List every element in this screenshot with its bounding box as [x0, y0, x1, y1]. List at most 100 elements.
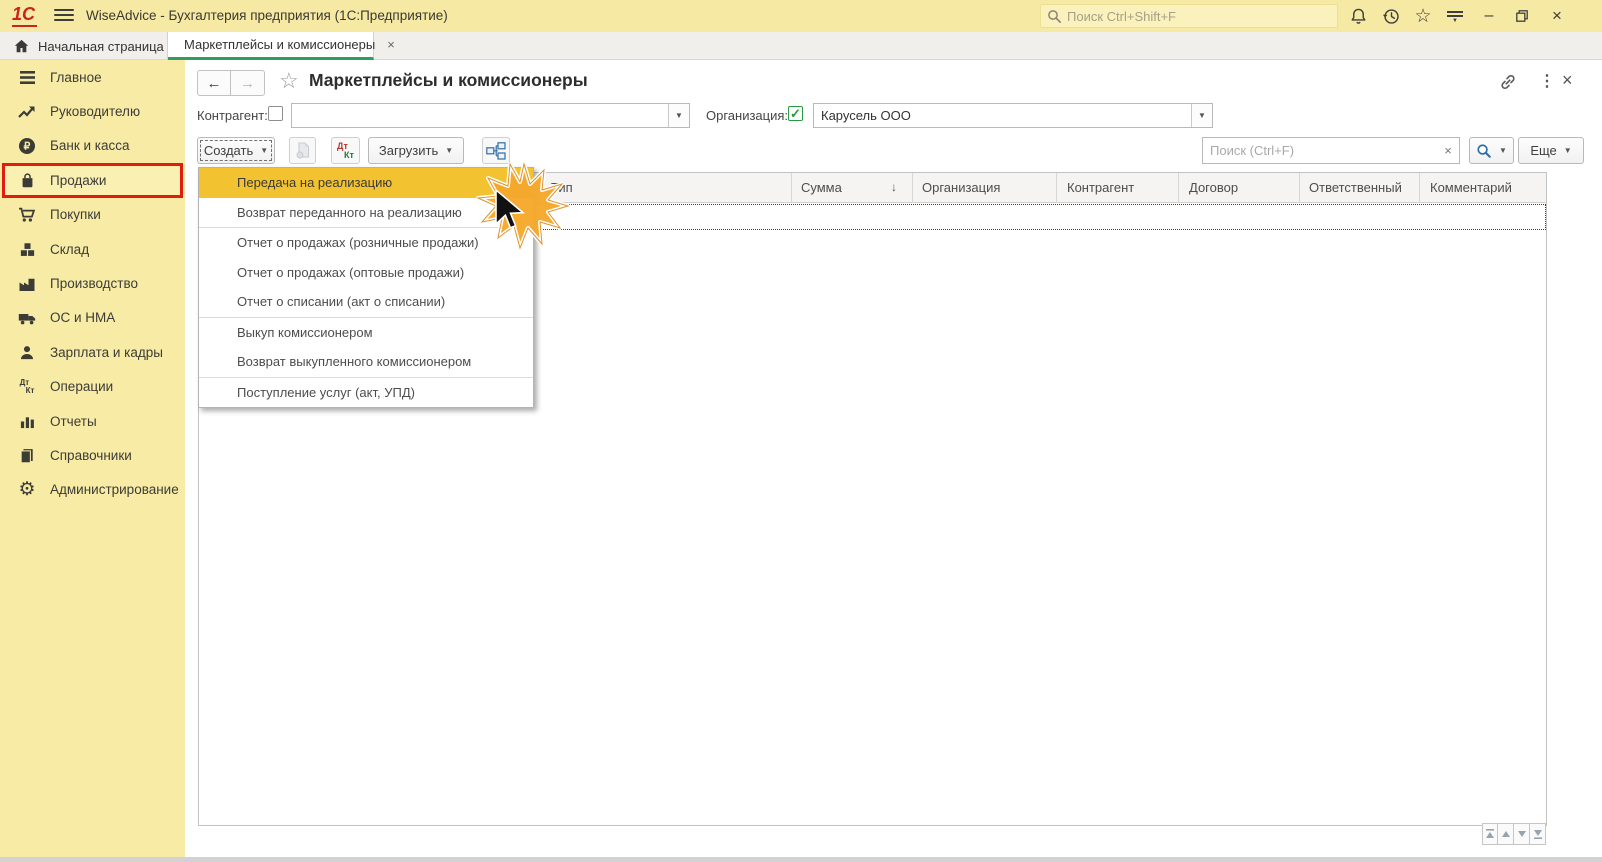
menu-item-otchet-roznichnye[interactable]: Отчет о продажах (розничные продажи)	[199, 228, 533, 258]
barchart-icon	[17, 411, 37, 431]
history-icon[interactable]	[1379, 5, 1403, 27]
back-button[interactable]: ←	[197, 70, 231, 96]
organization-combo: ▼	[813, 103, 1213, 128]
column-header-comment[interactable]: Комментарий	[1430, 180, 1512, 195]
sidebar-item-bank-i-kassa[interactable]: ₽ Банк и касса	[0, 129, 185, 163]
scroll-to-top-button[interactable]	[1482, 823, 1498, 845]
organization-checkbox[interactable]: ✓	[788, 106, 803, 121]
sidebar-item-proizvodstvo[interactable]: Производство	[0, 266, 185, 300]
load-button[interactable]: Загрузить ▼	[368, 137, 464, 164]
column-header-type[interactable]: Тип	[551, 180, 573, 195]
column-header-contract[interactable]: Договор	[1189, 180, 1238, 195]
factory-icon	[17, 274, 37, 294]
scroll-down-button[interactable]	[1514, 823, 1530, 845]
sidebar-item-otchety[interactable]: Отчеты	[0, 404, 185, 438]
sidebar-item-pokupki[interactable]: Покупки	[0, 198, 185, 232]
sidebar-item-administrirovanie[interactable]: ⚙ Администрирование	[0, 473, 185, 507]
more-menu-dots-icon[interactable]: ⋮	[1539, 71, 1555, 91]
column-header-sum[interactable]: Сумма	[801, 180, 842, 195]
sidebar-item-os-i-nma[interactable]: ОС и НМА	[0, 301, 185, 335]
home-icon	[14, 39, 29, 53]
close-form-icon[interactable]: ×	[1562, 70, 1573, 91]
sidebar-item-spravochniki[interactable]: Справочники	[0, 438, 185, 472]
restore-button[interactable]	[1510, 5, 1534, 27]
organization-input[interactable]	[814, 104, 1191, 127]
favorites-star-icon[interactable]: ☆	[1411, 5, 1435, 27]
organization-dropdown-icon[interactable]: ▼	[1191, 104, 1212, 127]
dtkt-postings-button[interactable]: Дт Кт	[331, 137, 360, 164]
dtkt-icon: Дт Кт	[19, 377, 35, 395]
gear-icon: ⚙	[18, 479, 36, 501]
main-menu-icon[interactable]	[54, 9, 74, 23]
window-title: WiseAdvice - Бухгалтерия предприятия (1С…	[86, 8, 448, 23]
tab-marketplaces[interactable]: Маркетплейсы и комиссионеры ×	[168, 32, 395, 60]
1c-logo-icon: 1С	[12, 4, 38, 27]
menu-item-vozvrat-vykuplennogo[interactable]: Возврат выкупленного комиссионером	[199, 347, 533, 377]
sidebar: Главное Руководителю ₽ Банк и касса Прод…	[0, 60, 185, 857]
search-button[interactable]: ▼	[1469, 137, 1514, 164]
counterparty-input[interactable]	[292, 104, 668, 127]
menu-item-peredacha-na-realizaciyu[interactable]: Передача на реализацию	[199, 168, 533, 198]
sidebar-item-prodazhi[interactable]: Продажи	[2, 163, 183, 198]
trend-icon	[17, 102, 37, 122]
create-menu: Передача на реализацию Возврат переданно…	[198, 167, 534, 408]
caret-down-icon: ▼	[260, 146, 269, 155]
menu-icon	[17, 67, 37, 87]
add-to-favorites-star-icon[interactable]: ☆	[279, 68, 299, 94]
related-documents-button[interactable]	[482, 137, 510, 164]
scroll-up-button[interactable]	[1498, 823, 1514, 845]
create-button[interactable]: Создать ▼	[197, 137, 275, 164]
get-link-icon[interactable]	[1498, 72, 1518, 95]
column-header-counterparty[interactable]: Контрагент	[1067, 180, 1134, 195]
counterparty-combo: ▼	[291, 103, 690, 128]
page-title: Маркетплейсы и комиссионеры	[309, 70, 588, 90]
history-nav: ← →	[197, 70, 265, 96]
caret-down-icon: ▼	[445, 146, 454, 155]
ruble-icon: ₽	[17, 136, 37, 156]
boxes-icon	[17, 239, 37, 259]
truck-icon	[17, 308, 37, 328]
sidebar-item-zarplata-i-kadry[interactable]: Зарплата и кадры	[0, 335, 185, 369]
close-window-button[interactable]: ×	[1545, 5, 1569, 27]
column-header-responsible[interactable]: Ответственный	[1309, 180, 1402, 195]
sidebar-item-operacii[interactable]: Дт Кт Операции	[0, 370, 185, 404]
organization-label: Организация:	[706, 108, 789, 123]
global-search[interactable]	[1040, 4, 1338, 28]
search-icon	[1048, 9, 1061, 23]
forward-button[interactable]: →	[231, 70, 265, 96]
column-header-organization[interactable]: Организация	[922, 180, 1000, 195]
list-scroll-buttons	[1482, 823, 1546, 845]
list-search-input[interactable]	[1203, 143, 1437, 158]
list-search	[1202, 137, 1438, 164]
caret-down-icon: ▼	[1499, 146, 1507, 155]
sidebar-item-rukovoditelyu[interactable]: Руководителю	[0, 94, 185, 128]
menu-item-otchet-o-spisanii[interactable]: Отчет о списании (акт о списании)	[199, 287, 533, 317]
minimize-button[interactable]: –	[1477, 5, 1501, 27]
more-button[interactable]: Еще ▼	[1518, 137, 1584, 164]
person-icon	[17, 342, 37, 362]
related-documents-icon	[486, 141, 506, 160]
counterparty-checkbox[interactable]	[268, 106, 283, 121]
notifications-bell-icon[interactable]	[1346, 5, 1370, 27]
sidebar-item-glavnoe[interactable]: Главное	[0, 60, 185, 94]
search-icon	[1477, 143, 1491, 158]
sort-desc-icon: ↓	[891, 180, 897, 194]
clear-search-button[interactable]: ×	[1437, 137, 1460, 164]
menu-item-postuplenie-uslug[interactable]: Поступление услуг (акт, УПД)	[199, 378, 533, 408]
cart-icon	[17, 205, 37, 225]
menu-item-vozvrat-peredannogo[interactable]: Возврат переданного на реализацию	[199, 198, 533, 228]
tab-close-icon[interactable]: ×	[387, 37, 395, 52]
counterparty-label: Контрагент:	[197, 108, 268, 123]
sidebar-item-sklad[interactable]: Склад	[0, 232, 185, 266]
service-menu-icon[interactable]: ▼	[1443, 5, 1467, 27]
menu-item-otchet-optovye[interactable]: Отчет о продажах (оптовые продажи)	[199, 258, 533, 288]
counterparty-dropdown-icon[interactable]: ▼	[668, 104, 689, 127]
tabbar: Начальная страница Маркетплейсы и комисс…	[0, 32, 1602, 60]
global-search-input[interactable]	[1067, 8, 1317, 24]
menu-item-vykup-komissionerom[interactable]: Выкуп комиссионером	[199, 318, 533, 348]
tab-home[interactable]: Начальная страница	[0, 32, 168, 60]
copy-document-icon	[296, 142, 309, 159]
create-copy-button[interactable]	[289, 137, 316, 164]
scroll-to-bottom-button[interactable]	[1530, 823, 1546, 845]
bag-icon	[17, 170, 37, 190]
